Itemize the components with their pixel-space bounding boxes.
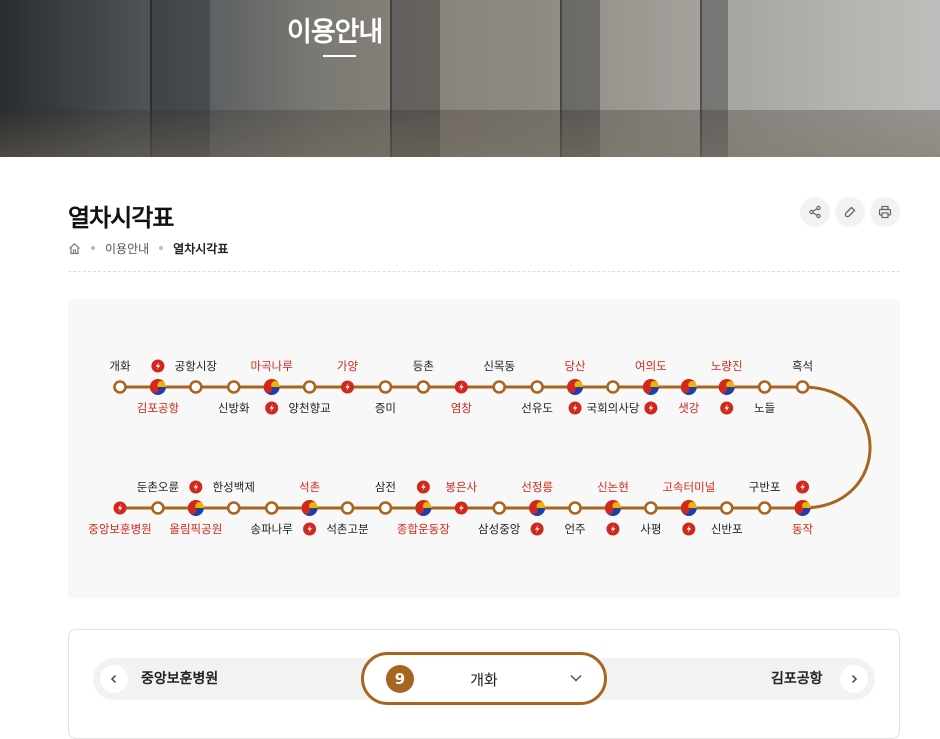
station-label[interactable]: 샛강 (678, 401, 700, 415)
station-label[interactable]: 흑석 (792, 359, 813, 373)
station-label[interactable]: 개화 (109, 359, 131, 373)
station-label[interactable]: 석촌 (299, 480, 320, 494)
station-label[interactable]: 올림픽공원 (169, 522, 222, 536)
station-당산[interactable]: 당산 (564, 359, 586, 415)
station-label[interactable]: 염창 (451, 401, 473, 415)
breadcrumb: 이용안내 열차시각표 (68, 240, 228, 256)
station-label[interactable]: 노들 (754, 401, 775, 415)
station-label[interactable]: 봉은사 (445, 480, 477, 494)
station-label[interactable]: 증미 (375, 401, 396, 415)
print-icon (878, 205, 892, 219)
prev-station-button[interactable] (100, 665, 128, 693)
route-map-panel: 개화김포공항 공항시장신방화 마곡나루양천향교 가양증미 등촌염창 신목동선유도 당산국회의… (68, 299, 900, 598)
station-label[interactable]: 고속터미널 (662, 480, 715, 494)
station-label[interactable]: 신반포 (711, 522, 743, 536)
hero-underline (323, 55, 356, 57)
next-station-button[interactable] (840, 665, 868, 693)
station-label[interactable]: 둔촌오륜 (137, 480, 179, 494)
station-label[interactable]: 구반포 (749, 480, 781, 494)
home-icon[interactable] (68, 242, 81, 255)
station-label[interactable]: 석촌고분 (326, 522, 368, 536)
chevron-right-icon (851, 674, 858, 684)
station-label[interactable]: 사평 (640, 522, 661, 536)
breadcrumb-section[interactable]: 이용안내 (105, 240, 149, 257)
selected-station[interactable]: 개화 (420, 669, 548, 690)
share-button[interactable] (800, 197, 830, 227)
station-label[interactable]: 김포공항 (137, 401, 180, 415)
chevron-left-icon (110, 674, 117, 684)
hero-title: 이용안내 (287, 17, 383, 48)
route-map: 개화김포공항 공항시장신방화 마곡나루양천향교 가양증미 등촌염창 신목동선유도 당산국회의… (88, 359, 872, 537)
station-label[interactable]: 신목동 (483, 359, 515, 373)
station-label[interactable]: 삼성중앙 (478, 522, 521, 536)
station-label[interactable]: 송파나루 (251, 522, 293, 536)
station-label[interactable]: 국회의사당 (587, 401, 640, 415)
prev-station-label[interactable]: 중앙보훈병원 (141, 668, 218, 688)
station-동작[interactable]: 동작 (791, 480, 814, 537)
station-label[interactable]: 종합운동장 (397, 522, 450, 536)
header-divider (68, 271, 900, 272)
breadcrumb-separator (159, 246, 164, 250)
station-label[interactable]: 양천향교 (288, 401, 330, 415)
station-label[interactable]: 신논현 (597, 480, 629, 494)
share-icon (809, 205, 821, 219)
breadcrumb-current: 열차시각표 (173, 241, 229, 256)
station-label[interactable]: 선정릉 (521, 480, 553, 494)
station-label[interactable]: 가양 (337, 359, 359, 373)
station-label[interactable]: 신방화 (218, 401, 250, 415)
line-number-badge: 9 (386, 665, 414, 693)
copy-link-button[interactable] (835, 197, 865, 227)
hero-banner: 이용안내 (0, 0, 940, 157)
page-title: 열차시각표 (68, 204, 174, 232)
station-label[interactable]: 마곡나루 (251, 359, 293, 373)
station-label[interactable]: 등촌 (413, 359, 434, 373)
station-label[interactable]: 삼전 (375, 480, 396, 494)
station-label[interactable]: 노량진 (711, 359, 743, 373)
station-샛강[interactable]: 샛강 (678, 376, 700, 415)
chevron-down-icon[interactable] (568, 670, 584, 686)
print-button[interactable] (870, 197, 900, 227)
station-label[interactable]: 당산 (564, 359, 586, 373)
link-icon (844, 206, 856, 218)
station-label[interactable]: 한성백제 (213, 480, 255, 494)
station-label[interactable]: 중앙보훈병원 (88, 522, 151, 536)
station-label[interactable]: 여의도 (635, 359, 667, 373)
station-label[interactable]: 선유도 (521, 401, 553, 415)
station-석촌[interactable]: 석촌 (298, 480, 320, 536)
next-station-label[interactable]: 김포공항 (771, 668, 823, 688)
station-label[interactable]: 동작 (792, 522, 814, 536)
station-label[interactable]: 공항시장 (175, 359, 218, 373)
station-label[interactable]: 언주 (564, 522, 585, 536)
breadcrumb-separator (91, 246, 95, 250)
